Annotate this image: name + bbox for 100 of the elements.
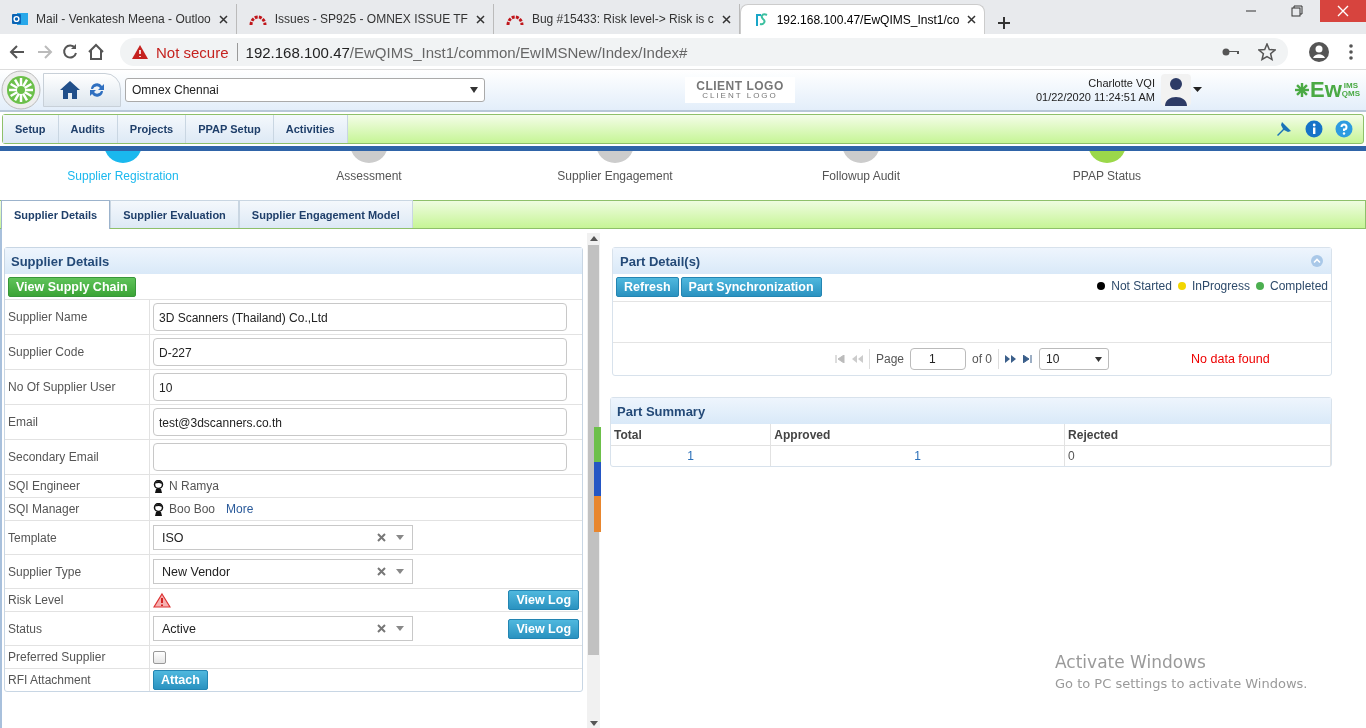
input-field[interactable]: D-227 <box>153 338 567 366</box>
arc-logo-icon <box>248 13 267 25</box>
home-icon[interactable] <box>60 80 80 100</box>
column-header: Total <box>611 424 771 446</box>
star-icon[interactable] <box>1258 43 1276 61</box>
select-field[interactable]: ISO <box>153 525 413 550</box>
reload-icon[interactable] <box>60 42 80 62</box>
security-label: Not secure <box>156 43 229 61</box>
dropdown-caret-icon <box>396 626 404 631</box>
field-label: RFI Attachment <box>5 668 150 691</box>
dropdown-caret-icon <box>396 569 404 574</box>
legend-label: Not Started <box>1111 279 1172 293</box>
arc-logo-icon <box>505 13 524 25</box>
key-icon[interactable] <box>1222 47 1240 57</box>
table-cell: 1 <box>770 445 1065 466</box>
select-field[interactable]: Active <box>153 616 413 641</box>
person-icon <box>153 479 164 493</box>
help-icon[interactable] <box>1335 120 1353 138</box>
dropdown-caret-icon <box>1095 356 1103 362</box>
field-label: Template <box>5 520 150 555</box>
avatar-icon[interactable] <box>1160 74 1191 106</box>
step-label[interactable]: PPAP Status <box>1072 169 1142 183</box>
legend-label: InProgress <box>1191 279 1250 293</box>
warning-icon <box>153 592 171 608</box>
date-time: 01/22/2020 11:24:51 AM <box>1035 90 1155 104</box>
menu-item[interactable]: PPAP Setup <box>186 115 274 143</box>
close-icon[interactable] <box>967 15 977 24</box>
last-page-icon[interactable] <box>1023 355 1034 363</box>
new-tab-icon[interactable] <box>997 16 1012 30</box>
no-data-message: No data found <box>1191 352 1270 366</box>
field-label: No Of Supplier User <box>5 369 150 405</box>
menu-item[interactable]: Audits <box>58 115 118 143</box>
legend-label: Completed <box>1269 279 1328 293</box>
input-field[interactable]: 3D Scanners (Thailand) Co.,Ltd <box>153 303 567 331</box>
panel-title: Part Detail(s) <box>620 253 701 269</box>
home-icon[interactable] <box>86 42 106 62</box>
input-field[interactable]: test@3dscanners.co.th <box>153 408 567 436</box>
step-label[interactable]: Assessment <box>336 169 402 183</box>
close-icon[interactable] <box>475 14 485 24</box>
field-label: Supplier Type <box>5 554 150 589</box>
field-label: Email <box>5 404 150 440</box>
input-field[interactable] <box>153 443 567 471</box>
step-label[interactable]: Followup Audit <box>821 169 900 183</box>
step-label[interactable]: Supplier Engagement <box>557 169 673 183</box>
column-header: Rejected <box>1064 424 1331 446</box>
field-label: Secondary Email <box>5 439 150 475</box>
table-cell: 0 <box>1064 445 1331 466</box>
field-label: SQI Manager <box>5 497 150 521</box>
client-logo: CLIENT LOGO CLIENT LOGO <box>685 77 795 103</box>
tab[interactable]: Supplier Evaluation <box>110 200 239 228</box>
menu-item[interactable]: Projects <box>117 115 187 143</box>
refresh-icon[interactable] <box>88 81 106 99</box>
person-icon <box>153 502 164 516</box>
tab[interactable]: Supplier Details <box>1 200 111 229</box>
more-link[interactable]: More <box>226 502 254 516</box>
menu-item[interactable]: Setup <box>3 115 59 143</box>
pin-icon[interactable] <box>1275 120 1293 138</box>
close-icon[interactable] <box>721 14 731 24</box>
field-label: Supplier Code <box>5 334 150 370</box>
field-label: Preferred Supplier <box>5 645 150 669</box>
clear-icon[interactable] <box>377 624 386 633</box>
asterisk-icon <box>1293 82 1310 98</box>
page-count: of 0 <box>972 352 993 366</box>
field-label: Status <box>5 611 150 646</box>
close-icon[interactable] <box>218 14 228 24</box>
checkbox[interactable] <box>153 650 166 664</box>
table-cell: 1 <box>611 445 771 466</box>
person-name: N Ramya <box>169 479 219 493</box>
clear-icon[interactable] <box>377 533 386 542</box>
next-page-icon[interactable] <box>1005 355 1018 363</box>
field-label: SQI Engineer <box>5 474 150 498</box>
person-name: Boo Boo <box>169 502 216 516</box>
clear-icon[interactable] <box>377 567 386 576</box>
panel-header: Supplier Details <box>5 248 582 274</box>
select-field[interactable]: New Vendor <box>153 559 413 584</box>
field-label: Supplier Name <box>5 299 150 335</box>
company-select[interactable]: Omnex Chennai <box>125 78 485 102</box>
address-bar[interactable]: Not secure 192.168.100.47/EwQIMS_Inst1/common/EwIMSNew/Index/Index# <box>120 38 1288 66</box>
caret-icon[interactable] <box>1192 87 1202 93</box>
user-name: Charlotte VQI <box>1087 76 1155 90</box>
scroll-down-icon[interactable] <box>589 721 598 726</box>
dropdown-caret-icon <box>396 535 404 540</box>
activation-text: Go to PC settings to activate Windows. <box>1055 676 1308 691</box>
menu-item[interactable]: Activities <box>273 115 348 143</box>
input-field[interactable]: 10 <box>153 373 567 401</box>
scrollbar[interactable] <box>587 233 600 728</box>
page-label: Page <box>876 352 905 366</box>
profile-icon[interactable] <box>1308 41 1330 63</box>
info-icon[interactable] <box>1305 120 1323 138</box>
page-size-select[interactable]: 10 <box>1039 348 1110 370</box>
tab[interactable]: Supplier Engagement Model <box>238 200 413 228</box>
scroll-up-icon[interactable] <box>589 236 598 241</box>
page-input[interactable]: 1 <box>910 348 967 370</box>
field-label: Risk Level <box>5 588 150 612</box>
url-text: 192.168.100.47/EwQIMS_Inst1/common/EwIMSNew/Index/Index# <box>245 43 688 61</box>
column-header: Approved <box>770 424 1065 446</box>
activation-title: Activate Windows <box>1055 652 1207 672</box>
dropdown-caret-icon <box>470 87 478 93</box>
browser-tab[interactable]: 192.168.100.47/EwQIMS_Inst1/co <box>739 4 986 34</box>
warning-icon <box>132 45 148 59</box>
